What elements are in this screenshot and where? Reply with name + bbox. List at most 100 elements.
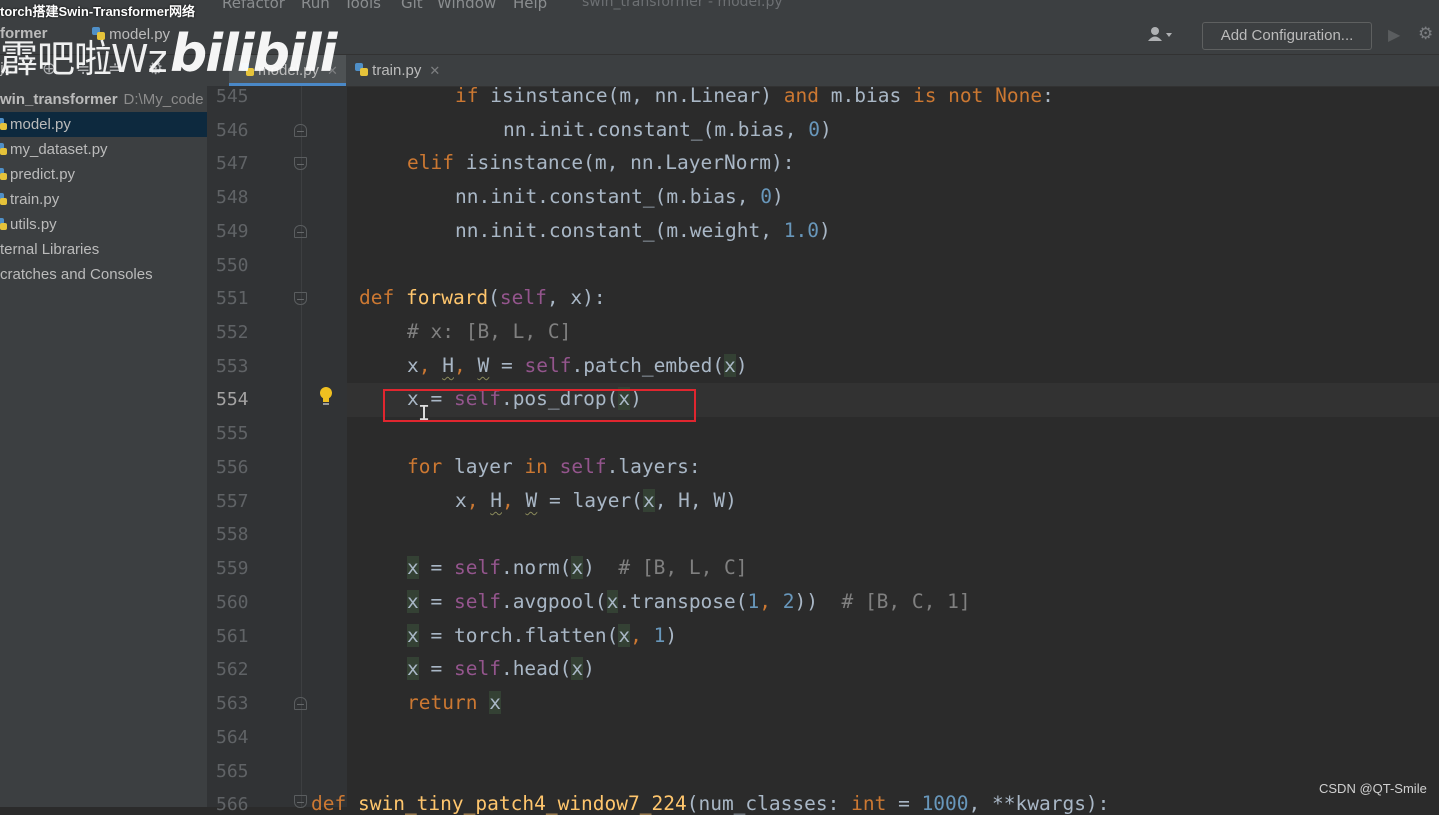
code-line-557[interactable]: x, H, W = layer(x, H, W) [455, 489, 737, 512]
code-token: return [407, 691, 478, 714]
tree-item-my-dataset-py[interactable]: my_dataset.py [0, 137, 207, 162]
line-number: 560 [216, 592, 249, 613]
code-token: (m, nn.Linear) [607, 84, 773, 107]
user-account-button[interactable] [1148, 26, 1174, 46]
code-token: ) [820, 118, 832, 141]
tree-item-model-py[interactable]: model.py [0, 112, 207, 137]
breadcrumb-file-label: model.py [109, 26, 171, 43]
window-title: swin_transformer - model.py [582, 0, 783, 10]
code-token: : [1042, 84, 1054, 107]
close-icon[interactable]: ✕ [327, 63, 338, 78]
add-configuration-button[interactable]: Add Configuration... [1202, 22, 1372, 50]
line-number: 554 [216, 389, 249, 410]
python-file-icon [241, 63, 254, 76]
target-icon[interactable]: ⊕ [42, 59, 56, 79]
code-line-549[interactable]: nn.init.constant_(m.weight, 1.0) [455, 219, 831, 242]
project-view-selector[interactable]: j... [0, 61, 17, 77]
code-line-563[interactable]: return x [407, 691, 501, 714]
menu-help[interactable]: Help [513, 0, 547, 12]
code-token: x [407, 624, 419, 647]
code-line-547[interactable]: elif isinstance(m, nn.LayerNorm): [407, 151, 794, 174]
tab-model-py[interactable]: model.py ✕ [229, 55, 346, 86]
python-file-icon [0, 218, 8, 230]
code-token: self [453, 590, 501, 613]
code-token: x [606, 590, 619, 613]
fold-start-icon[interactable]: − [294, 292, 307, 306]
python-file-icon [0, 143, 8, 155]
tab-train-py[interactable]: train.py ✕ [353, 55, 448, 86]
line-number: 545 [216, 86, 249, 107]
code-token: ) [735, 354, 748, 377]
code-token: layer( [572, 489, 643, 512]
line-number: 561 [216, 626, 249, 647]
code-line-545[interactable]: if isinstance(m, nn.Linear) and m.bias i… [455, 84, 1054, 107]
line-number: 546 [216, 120, 249, 141]
tree-item-utils-py[interactable]: utils.py [0, 212, 207, 237]
code-comment: # x: [B, L, C] [407, 320, 572, 343]
intention-bulb-icon [320, 387, 332, 405]
play-icon[interactable]: ▶ [1388, 25, 1400, 44]
menu-git[interactable]: Git [401, 0, 423, 12]
breadcrumb-file[interactable]: model.py [92, 26, 170, 43]
breadcrumb-project[interactable]: former [0, 25, 48, 42]
code-line-552[interactable]: # x: [B, L, C] [407, 320, 571, 343]
code-line-548[interactable]: nn.init.constant_(m.bias, 0) [455, 185, 784, 208]
fold-start-icon[interactable]: − [294, 795, 307, 809]
code-token: in [524, 455, 548, 478]
code-line-556[interactable]: for layer in self.layers: [407, 455, 701, 478]
code-token: and [783, 84, 819, 107]
code-token: ( [488, 286, 500, 309]
menu-run[interactable]: Run [301, 0, 330, 12]
code-token: = [537, 489, 573, 512]
code-token: x [407, 657, 419, 680]
code-token: ) [818, 219, 831, 242]
tree-item-train-py[interactable]: train.py [0, 187, 207, 212]
tree-item-scratches[interactable]: cratches and Consoles [0, 262, 207, 287]
code-token: , [418, 354, 431, 377]
code-line-560[interactable]: x = self.avgpool(x.transpose(1, 2)) # [B… [407, 590, 971, 613]
line-number: 557 [216, 491, 249, 512]
code-comment: # [B, C, 1] [817, 590, 971, 613]
code-line-561[interactable]: x = torch.flatten(x, 1) [407, 624, 677, 647]
expand-icon[interactable]: ≐ [108, 59, 122, 79]
lightbulb-icon[interactable] [318, 386, 334, 411]
code-line-559[interactable]: x = self.norm(x) # [B, L, C] [407, 556, 748, 579]
collapse-icon[interactable]: ≑ [76, 59, 90, 79]
menu-refactor[interactable]: Refactor [222, 0, 285, 12]
tree-item-external-libraries[interactable]: ternal Libraries [0, 237, 207, 262]
gear-icon[interactable]: ⚙ [148, 59, 163, 79]
tree-root-folder[interactable]: win_transformer D:\My_code [0, 87, 207, 112]
fold-start-icon[interactable]: − [294, 157, 307, 171]
python-file-icon [0, 118, 8, 130]
code-token: (m, nn.LayerNorm): [583, 151, 795, 174]
close-icon[interactable]: ✕ [429, 63, 440, 78]
code-line-562[interactable]: x = self.head(x) [407, 657, 595, 680]
python-file-icon [0, 193, 8, 205]
code-token: x [455, 489, 467, 512]
tree-item-label: predict.py [10, 166, 76, 183]
code-token: x [571, 657, 584, 680]
fold-end-icon[interactable]: − [294, 225, 307, 239]
code-token: nn.init.constant_(m.weight, [455, 219, 772, 242]
code-line-551[interactable]: def forward(self, x): [359, 286, 606, 309]
tree-item-predict-py[interactable]: predict.py [0, 162, 207, 187]
fold-end-icon[interactable]: − [294, 697, 307, 711]
python-file-icon [0, 168, 8, 180]
line-number: 552 [216, 322, 249, 343]
fold-end-icon[interactable]: − [294, 124, 307, 138]
code-comment: # [B, L, C] [594, 556, 748, 579]
code-line-566[interactable]: def swin_tiny_patch4_window7_224(num_cla… [311, 792, 1109, 815]
gear-icon[interactable]: ⚙ [1418, 24, 1433, 44]
menu-tools[interactable]: Tools [344, 0, 381, 12]
line-number: 548 [216, 187, 249, 208]
tab-label: train.py [372, 62, 422, 79]
code-token: ) [583, 657, 595, 680]
line-number: 564 [216, 727, 249, 748]
code-line-546[interactable]: nn.init.constant_(m.bias, 0) [503, 118, 832, 141]
code-token: x [618, 624, 631, 647]
tree-item-label: model.py [10, 116, 71, 133]
menu-window[interactable]: Window [437, 0, 496, 12]
code-token: 1 [653, 624, 666, 647]
code-line-553[interactable]: x, H, W = self.patch_embed(x) [407, 354, 748, 377]
tree-root-name: win_transformer [0, 91, 118, 108]
